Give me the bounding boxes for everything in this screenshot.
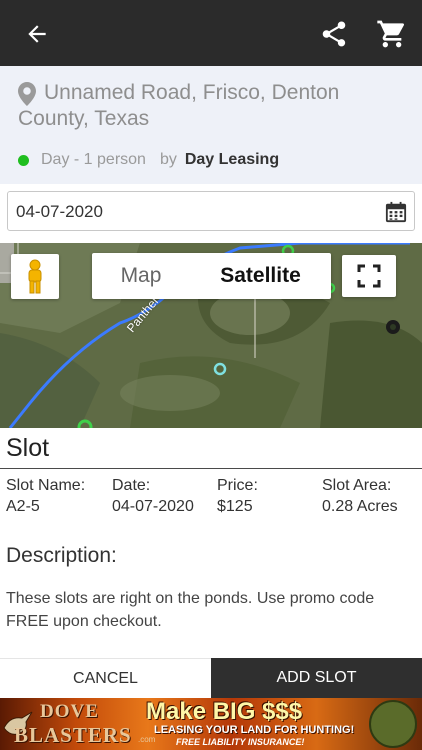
ad-subline: LEASING YOUR LAND FOR HUNTING! xyxy=(154,724,355,736)
listing-address: Unnamed Road, Frisco, Denton County, Tex… xyxy=(18,81,340,130)
slot-name-column: Slot Name: A2-5 xyxy=(6,475,85,517)
action-bar: CANCEL ADD SLOT xyxy=(0,658,422,698)
share-icon xyxy=(322,21,346,47)
slot-area-column: Slot Area: 0.28 Acres xyxy=(322,475,398,517)
add-slot-button[interactable]: ADD SLOT xyxy=(211,658,422,698)
description-text: These slots are right on the ponds. Use … xyxy=(6,590,375,630)
share-button[interactable] xyxy=(316,16,352,52)
by-label: by xyxy=(159,151,177,168)
arrow-back-icon xyxy=(28,25,46,43)
slot-price-column: Price: $125 xyxy=(217,475,258,517)
map-type-satellite-button[interactable]: Satellite xyxy=(190,253,331,299)
slot-name-label: Slot Name: xyxy=(6,477,86,494)
cart-button[interactable] xyxy=(372,16,412,52)
slot-area-label: Slot Area: xyxy=(322,477,392,494)
description-heading: Description: xyxy=(6,544,117,567)
availability-status-dot xyxy=(18,154,29,166)
ad-brand-line2: BLASTERS xyxy=(14,723,132,747)
cancel-button[interactable]: CANCEL xyxy=(0,658,211,698)
slot-date-label: Date: xyxy=(112,477,151,494)
listing-info: Unnamed Road, Frisco, Denton County, Tex… xyxy=(0,66,422,184)
slot-heading: Slot xyxy=(6,434,50,462)
slot-area-value: 0.28 Acres xyxy=(322,498,398,515)
ad-brand-line1: DOVE xyxy=(40,701,99,722)
ad-brand-domain: .com xyxy=(138,735,156,744)
availability-text: Day - 1 person xyxy=(41,151,146,168)
slot-date-value: 04-07-2020 xyxy=(112,498,194,515)
listing-meta: Day - 1 person by Day Leasing xyxy=(18,149,279,171)
map-type-control: Map Satellite xyxy=(92,253,331,299)
calendar-icon[interactable] xyxy=(385,201,407,223)
pegman-icon xyxy=(28,259,42,293)
host-name: Day Leasing xyxy=(184,151,280,168)
slot-name-value: A2-5 xyxy=(6,498,40,515)
street-view-pegman[interactable] xyxy=(11,254,59,299)
top-app-bar xyxy=(0,0,422,66)
ad-banner[interactable]: DOVE BLASTERS .com Make BIG $$$ LEASING … xyxy=(0,698,422,750)
shopping-cart-icon xyxy=(377,20,405,48)
slot-date-column: Date: 04-07-2020 xyxy=(112,475,194,517)
ad-tagline: FREE LIABILITY INSURANCE! xyxy=(176,737,305,747)
ad-headline: Make BIG $$$ xyxy=(146,698,303,725)
slot-price-label: Price: xyxy=(217,477,258,494)
slot-divider xyxy=(0,468,422,469)
date-input-value: 04-07-2020 xyxy=(16,202,103,221)
back-button[interactable] xyxy=(20,17,54,51)
app-screen: Unnamed Road, Frisco, Denton County, Tex… xyxy=(0,0,422,750)
ad-emblem-icon xyxy=(369,700,417,748)
map-type-map-button[interactable]: Map xyxy=(92,253,190,299)
date-input[interactable]: 04-07-2020 xyxy=(7,191,415,231)
fullscreen-button[interactable] xyxy=(342,255,396,297)
fullscreen-icon xyxy=(357,264,381,288)
slot-price-value: $125 xyxy=(217,498,253,515)
